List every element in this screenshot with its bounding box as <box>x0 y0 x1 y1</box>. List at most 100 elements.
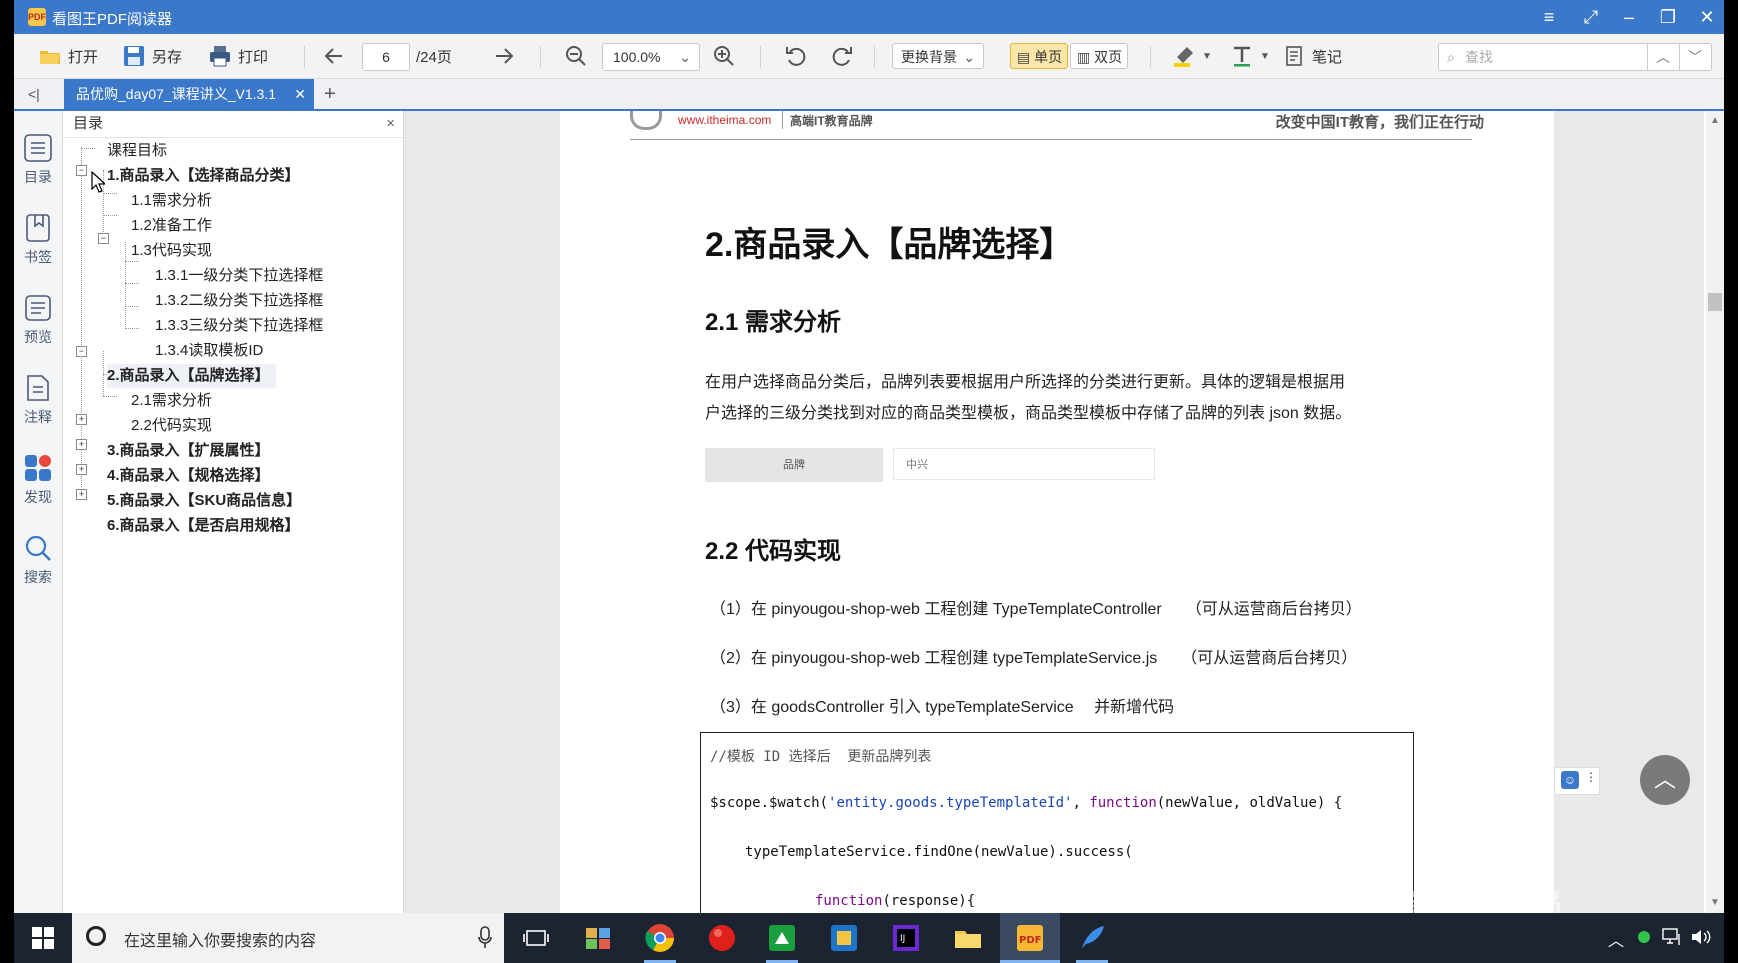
feather-app-icon[interactable] <box>1076 922 1108 954</box>
pdf-reader-app-icon[interactable]: PDF <box>1014 922 1046 954</box>
pdf-page: www.itheima.com 高端IT教育品牌 改变中国IT教育，我们正在行动… <box>560 111 1554 913</box>
zoom-value: 100.0% <box>613 49 661 65</box>
zoom-out-button[interactable] <box>564 34 588 78</box>
expand-toggle[interactable]: + <box>76 464 87 475</box>
toc-item[interactable]: 课程目标 <box>107 139 167 163</box>
double-page-button[interactable]: ▥ 双页 <box>1070 43 1128 69</box>
document-viewport[interactable]: www.itheima.com 高端IT教育品牌 改变中国IT教育，我们正在行动… <box>404 111 1704 913</box>
arrow-right-icon <box>496 48 514 64</box>
windows-start-icon[interactable] <box>32 927 54 949</box>
rail-item-annotations[interactable]: 注释 <box>14 373 62 427</box>
file-manager-app-icon[interactable] <box>582 922 614 954</box>
zoom-in-button[interactable] <box>712 34 736 78</box>
toc-item[interactable]: 1.1需求分析 <box>131 189 212 213</box>
prev-page-button[interactable] <box>322 34 346 78</box>
toc-item[interactable]: 3.商品录入【扩展属性】 <box>107 439 270 463</box>
toc-item[interactable]: 1.3.4读取模板ID <box>155 339 263 363</box>
zoom-select[interactable]: 100.0% ⌄ <box>602 43 700 71</box>
green-app-icon[interactable] <box>766 922 798 954</box>
toc-item[interactable]: 1.3.1一级分类下拉选择框 <box>155 264 323 288</box>
taskbar-search-input[interactable]: 在这里输入你要搜索的内容 <box>124 927 316 951</box>
vertical-scrollbar[interactable]: ▲ ▼ <box>1706 111 1724 913</box>
scroll-down-icon[interactable]: ▼ <box>1710 897 1720 908</box>
notes-button[interactable]: 笔记 <box>1282 34 1342 78</box>
toc-item[interactable]: 1.3.2二级分类下拉选择框 <box>155 289 323 313</box>
scrollbar-thumb[interactable] <box>1708 293 1722 311</box>
cortana-icon <box>86 926 106 946</box>
scroll-up-icon[interactable]: ▲ <box>1710 115 1720 126</box>
toc-item[interactable]: 1.商品录入【选择商品分类】 <box>107 164 300 188</box>
find-prev-button[interactable]: ︿ <box>1647 44 1678 70</box>
chrome-app-icon[interactable] <box>644 922 676 954</box>
toc-item[interactable]: 2.2代码实现 <box>131 414 212 438</box>
print-button[interactable]: 打印 <box>208 34 268 78</box>
code-line: typeTemplateService.findOne(newValue).su… <box>745 844 1133 860</box>
expand-toggle[interactable]: + <box>76 439 87 450</box>
text-button[interactable]: ▼ <box>1230 34 1270 78</box>
single-page-button[interactable]: ▤ 单页 <box>1010 43 1068 69</box>
annotation-icon <box>27 375 49 401</box>
minimize-button[interactable]: – <box>1614 4 1644 30</box>
single-page-label: 单页 <box>1034 49 1063 65</box>
collapse-toggle[interactable]: − <box>76 346 87 357</box>
tree-line <box>81 147 82 487</box>
network-icon[interactable] <box>1662 928 1682 946</box>
highlight-button[interactable]: ▼ <box>1172 34 1212 78</box>
intellij-app-icon[interactable]: IJ <box>890 922 922 954</box>
close-icon[interactable]: × <box>386 111 395 137</box>
header-url: www.itheima.com <box>678 113 772 127</box>
toc-header: 目录 × <box>63 111 403 138</box>
scroll-top-button[interactable]: ︿ <box>1640 755 1690 805</box>
microphone-icon[interactable] <box>478 926 492 950</box>
toc-item[interactable]: 1.3.3三级分类下拉选择框 <box>155 314 323 338</box>
close-icon[interactable]: ✕ <box>294 79 306 109</box>
add-tab-button[interactable]: + <box>324 79 336 109</box>
toc-item[interactable]: 4.商品录入【规格选择】 <box>107 464 270 488</box>
taskbar-search[interactable]: 在这里输入你要搜索的内容 <box>72 913 504 963</box>
rail-item-search[interactable]: 搜索 <box>14 533 62 587</box>
side-rail: 目录 书签 预览 注释 发现 搜索 <box>14 111 63 913</box>
chevron-down-icon: ⌄ <box>963 49 975 65</box>
expand-toggle[interactable]: + <box>76 414 87 425</box>
separator <box>874 46 875 68</box>
toc-item[interactable]: 2.1需求分析 <box>131 389 212 413</box>
rail-item-preview[interactable]: 预览 <box>14 293 62 347</box>
rail-item-bookmarks[interactable]: 书签 <box>14 213 62 267</box>
tray-expand-icon[interactable]: ︿ <box>1608 927 1624 951</box>
red-ball-app-icon[interactable] <box>706 922 738 954</box>
rotate-right-button[interactable] <box>830 34 854 78</box>
brand-form-label: 品牌 <box>705 448 883 482</box>
restore-button[interactable]: ❐ <box>1653 4 1683 30</box>
rail-item-discover[interactable]: 发现 <box>14 453 62 507</box>
floating-tool[interactable]: ☺ ⋮ <box>1554 767 1600 795</box>
find-next-button[interactable]: ﹀ <box>1679 44 1710 70</box>
open-button[interactable]: 打开 <box>38 34 98 78</box>
expand-toggle[interactable]: + <box>76 489 87 500</box>
next-page-button[interactable] <box>492 34 516 78</box>
tab-label: 品优购_day07_课程讲义_V1.3.1 <box>76 86 276 102</box>
volume-icon[interactable] <box>1690 928 1712 946</box>
close-button[interactable]: ✕ <box>1692 4 1722 30</box>
find-input[interactable]: 查找 <box>1465 44 1493 70</box>
collapse-panel-button[interactable]: <| <box>28 79 40 109</box>
rail-item-toc[interactable]: 目录 <box>14 133 62 187</box>
explorer-app-icon[interactable] <box>952 922 984 954</box>
blue-app-icon[interactable] <box>828 922 860 954</box>
rotate-left-button[interactable] <box>784 34 808 78</box>
collapse-toggle[interactable]: − <box>76 165 87 176</box>
toc-item[interactable]: 1.3代码实现 <box>131 239 212 263</box>
collapse-toggle[interactable]: − <box>98 233 109 244</box>
toc-item-selected[interactable]: 2.商品录入【品牌选择】 <box>107 364 276 388</box>
tab-document[interactable]: 品优购_day07_课程讲义_V1.3.1 ✕ <box>64 79 314 109</box>
menu-icon[interactable]: ≡ <box>1534 4 1564 30</box>
save-as-button[interactable]: 另存 <box>122 34 182 78</box>
tray-status-icon[interactable] <box>1638 931 1650 943</box>
background-select[interactable]: 更换背景 ⌄ <box>892 43 984 69</box>
fullscreen-icon[interactable]: ⤢ <box>1576 4 1606 30</box>
double-page-label: 双页 <box>1094 49 1123 65</box>
page-number-input[interactable]: 6 <box>362 43 410 71</box>
toc-item[interactable]: 1.2准备工作 <box>131 214 212 238</box>
toc-item[interactable]: 6.商品录入【是否启用规格】 <box>107 514 300 538</box>
task-view-icon[interactable] <box>520 922 552 954</box>
toc-item[interactable]: 5.商品录入【SKU商品信息】 <box>107 489 301 513</box>
